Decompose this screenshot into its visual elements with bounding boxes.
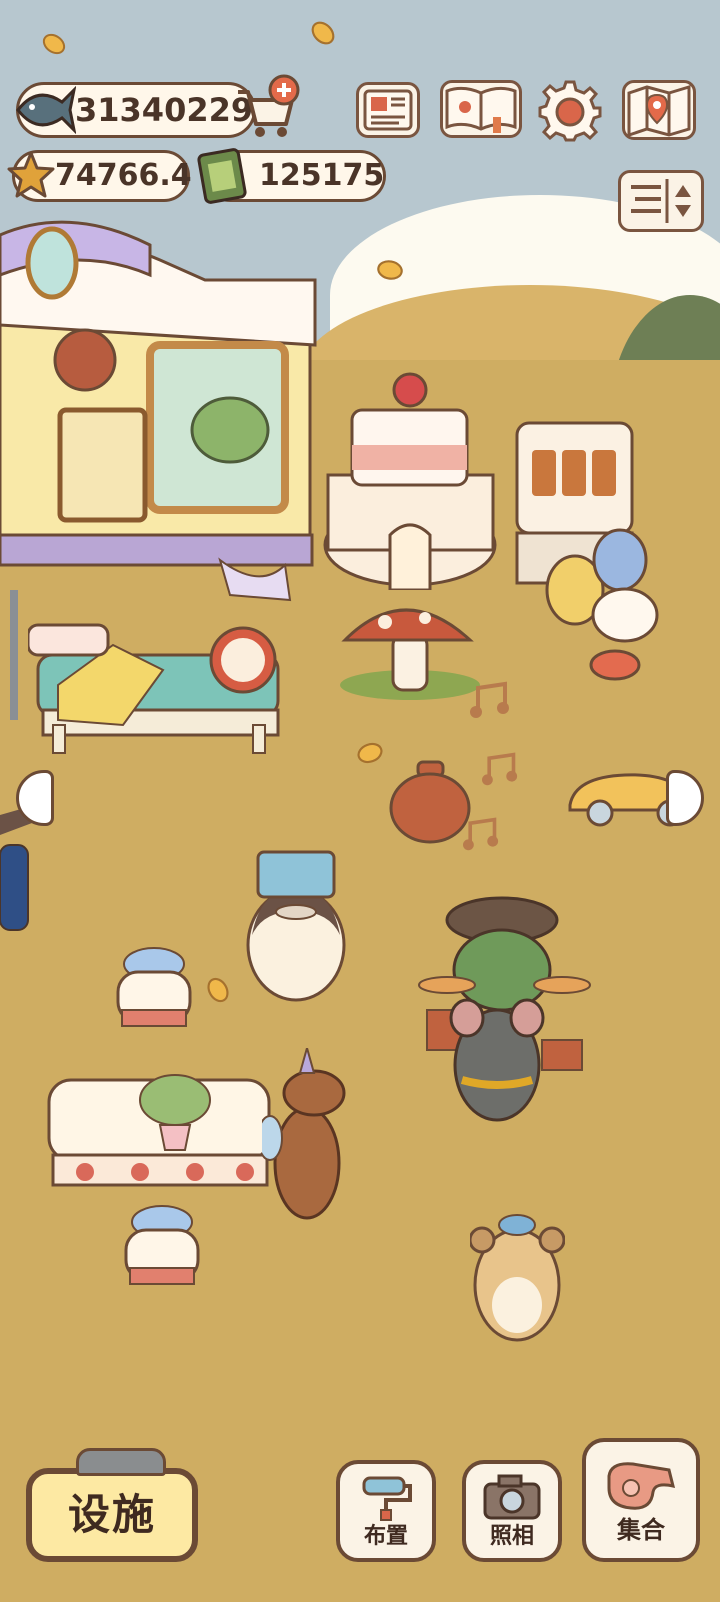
leaf-icon	[357, 742, 383, 764]
sweet-shop-building[interactable]	[0, 205, 320, 615]
camera-icon	[483, 1474, 541, 1520]
pouch-item[interactable]	[388, 760, 473, 845]
sewing-table[interactable]	[28, 615, 288, 760]
gear-icon	[538, 80, 602, 142]
layout-button[interactable]: 布置	[336, 1460, 436, 1562]
layout-label: 布置	[363, 1524, 408, 1549]
mushroom-decoration[interactable]	[335, 600, 485, 705]
hamster-character[interactable]	[470, 1210, 565, 1345]
gather-button[interactable]: 集合	[582, 1438, 700, 1562]
newspaper-icon	[363, 89, 413, 131]
cake-house[interactable]	[320, 355, 510, 590]
paint-roller-icon	[362, 1476, 412, 1521]
whistle-icon	[607, 1462, 676, 1510]
fish-currency-value: 31340229	[75, 91, 254, 129]
ticket-currency-value: 125175	[259, 158, 385, 193]
leaf-icon	[311, 21, 335, 45]
leaf-icon	[42, 33, 66, 55]
cake-stool[interactable]	[120, 1200, 205, 1295]
game-scene	[0, 0, 720, 1602]
album-book-icon	[445, 86, 517, 133]
clipboard-clip-icon	[76, 1448, 166, 1476]
sort-toggle-icon	[631, 179, 691, 223]
facility-label: 设施	[67, 1490, 156, 1539]
leaf-icon	[207, 977, 229, 1003]
music-note-icon	[470, 681, 509, 718]
facility-button[interactable]: 设施	[26, 1448, 198, 1562]
shopping-cart-icon	[238, 74, 300, 137]
pole	[10, 590, 18, 720]
penguin-character[interactable]	[240, 850, 352, 1005]
leaf-icon	[377, 260, 403, 280]
drum-band[interactable]	[412, 890, 592, 1140]
music-note-icon	[482, 752, 518, 786]
map-icon	[627, 84, 691, 137]
cake-table[interactable]	[45, 1070, 275, 1200]
star-currency-value: 74766.4	[55, 158, 192, 193]
star-icon	[7, 151, 55, 198]
settings-button[interactable]	[538, 78, 602, 142]
map-button[interactable]	[622, 80, 696, 140]
sort-toggle-button[interactable]	[618, 170, 704, 232]
film-ticket-icon	[197, 148, 247, 204]
gather-label: 集合	[617, 1516, 665, 1544]
photo-button[interactable]: 照相	[462, 1460, 562, 1562]
dog-character[interactable]	[262, 1048, 357, 1223]
fish-icon	[16, 85, 76, 135]
newspaper-button[interactable]	[356, 82, 420, 138]
photo-label: 照相	[489, 1524, 534, 1549]
cake-stool[interactable]	[112, 942, 197, 1037]
add-currency-button[interactable]	[234, 74, 302, 140]
album-button[interactable]	[440, 80, 522, 138]
balloon-stall[interactable]	[545, 525, 670, 685]
